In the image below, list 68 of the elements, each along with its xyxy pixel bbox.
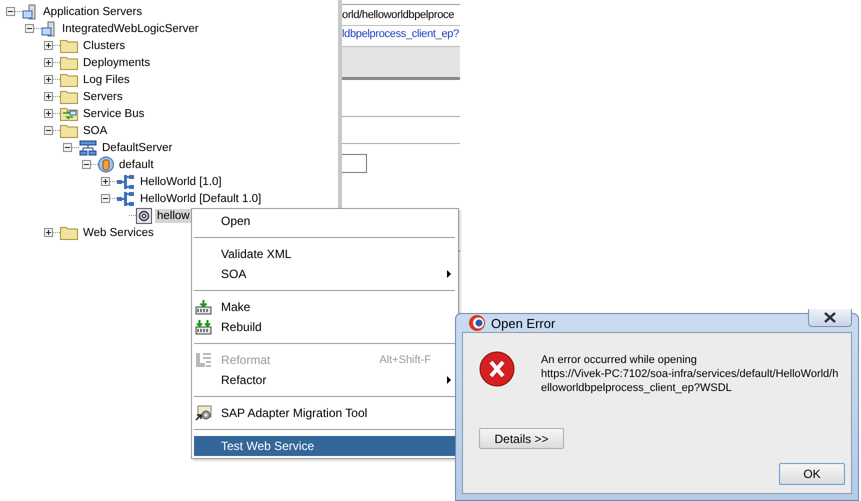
folder-icon (60, 38, 78, 53)
error-message: An error occurred while opening (541, 353, 698, 367)
collapse-toggle[interactable] (82, 160, 91, 169)
app-icon (468, 314, 486, 332)
network-icon (79, 140, 97, 156)
menu-item[interactable]: Open (194, 211, 455, 231)
close-icon (823, 312, 837, 323)
expand-toggle[interactable] (44, 75, 53, 84)
format-icon (195, 352, 212, 368)
menu-item[interactable]: Validate XML (194, 244, 455, 264)
submenu-arrow-icon (447, 270, 451, 278)
error-message: elloworldbpelprocess_client_ep?WSDL (541, 381, 733, 395)
folder-icon (60, 225, 78, 240)
cylinder-icon (98, 156, 114, 173)
expand-toggle[interactable] (101, 177, 110, 186)
expand-toggle[interactable] (44, 109, 53, 118)
tree-item[interactable]: default (117, 158, 156, 172)
folder-icon (60, 123, 78, 138)
tree-item[interactable]: Service Bus (81, 106, 146, 120)
gear-icon (195, 405, 212, 421)
tree-item[interactable]: IntegratedWebLogicServer (60, 22, 201, 36)
tree-item[interactable]: SOA (81, 124, 110, 138)
menu-item[interactable]: SOA (194, 264, 455, 284)
ok-button[interactable]: OK (779, 463, 845, 485)
dialog-title: Open Error (491, 316, 556, 330)
menu-item[interactable]: SAP Adapter Migration Tool (194, 403, 455, 423)
menu-item[interactable]: Rebuild (194, 317, 455, 337)
expand-toggle[interactable] (44, 228, 53, 237)
url-link[interactable]: ldbpelprocess_client_ep? (342, 28, 459, 40)
folder-icon (60, 89, 78, 104)
url-text: orld/helloworldbpelproce (342, 9, 454, 21)
error-message: https://Vivek-PC:7102/soa-infra/services/default/HelloWorld/h (541, 367, 838, 381)
bus-icon (60, 106, 78, 121)
error-icon (479, 351, 515, 387)
composite-icon (117, 174, 135, 190)
collapse-toggle[interactable] (101, 194, 110, 203)
tree-item[interactable]: Log Files (81, 72, 132, 86)
menu-item[interactable]: Make (194, 297, 455, 317)
composite-icon (117, 190, 135, 206)
close-button[interactable] (808, 309, 852, 327)
tree-item[interactable]: Clusters (81, 38, 128, 52)
tree-item[interactable]: Application Servers (41, 4, 144, 18)
folder-icon (60, 55, 78, 70)
expand-toggle[interactable] (44, 58, 53, 67)
tree-item[interactable]: HelloWorld [1.0] (138, 174, 224, 188)
input-field[interactable] (342, 154, 367, 173)
folder-icon (60, 72, 78, 87)
server-icon (41, 20, 57, 36)
menu-item[interactable]: Test Web Service (194, 436, 455, 456)
details-button[interactable]: Details >> (479, 428, 564, 449)
shortcut-label: Alt+Shift-F (379, 354, 431, 366)
collapse-toggle[interactable] (25, 24, 34, 33)
submenu-arrow-icon (447, 376, 451, 384)
build-icon (195, 299, 212, 315)
server-icon (22, 4, 38, 20)
tree-item[interactable]: Servers (81, 90, 125, 104)
collapse-toggle[interactable] (44, 126, 53, 135)
rebuild-icon (195, 319, 212, 335)
menu-item[interactable]: Refactor (194, 370, 455, 390)
tree-item[interactable]: Deployments (81, 56, 152, 70)
expand-toggle[interactable] (44, 92, 53, 101)
tree-item[interactable]: hellow (155, 208, 192, 222)
collapse-toggle[interactable] (63, 143, 72, 152)
tree-item[interactable]: HelloWorld [Default 1.0] (138, 192, 264, 206)
tree-item[interactable]: Web Services (81, 226, 156, 240)
collapse-toggle[interactable] (6, 7, 15, 16)
expand-toggle[interactable] (44, 41, 53, 50)
tree-item[interactable]: DefaultServer (100, 140, 174, 154)
